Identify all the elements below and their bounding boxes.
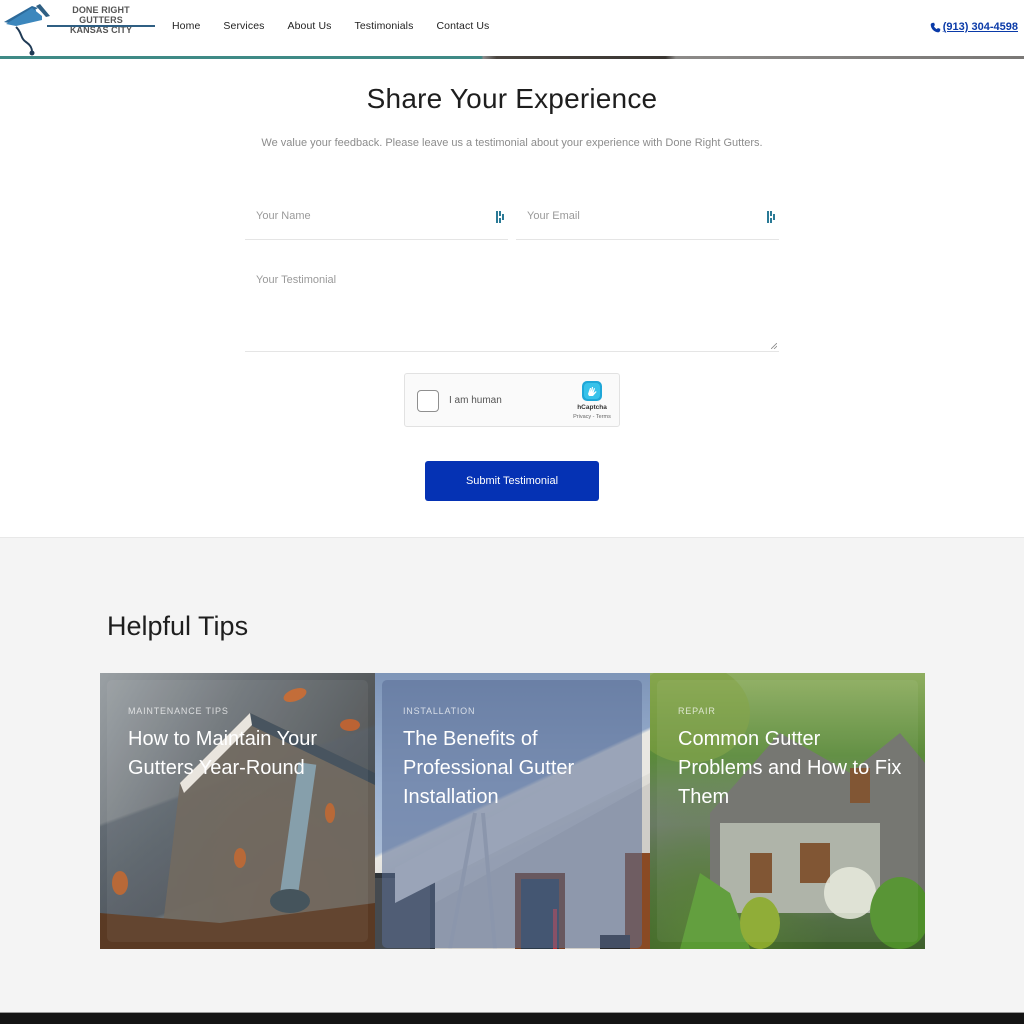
tip-card-maintenance[interactable]: MAINTENANCE TIPS How to Maintain Your Gu… (100, 673, 375, 949)
tip-card-installation[interactable]: INSTALLATION The Benefits of Professiona… (375, 673, 650, 949)
hcaptcha-logo-icon (582, 381, 602, 401)
password-manager-icon[interactable] (767, 211, 775, 223)
testimonial-placeholder: Your Testimonial (256, 274, 337, 286)
tip-card-repair[interactable]: REPAIR Common Gutter Problems and How to… (650, 673, 925, 949)
house-gutter-logo-icon (4, 4, 50, 56)
card-category: MAINTENANCE TIPS (128, 706, 229, 716)
phone-icon (930, 22, 941, 32)
card-title[interactable]: Common Gutter Problems and How to Fix Th… (678, 725, 903, 812)
logo-line-2: KANSAS CITY (69, 25, 133, 35)
password-manager-icon[interactable] (496, 211, 504, 223)
email-placeholder: Your Email (527, 210, 580, 222)
footer (0, 1012, 1024, 1024)
name-field[interactable]: Your Name (245, 196, 508, 240)
nav-about-us[interactable]: About Us (287, 20, 331, 32)
phone-link[interactable]: (913) 304-4598 (930, 21, 1018, 33)
email-field[interactable]: Your Email (516, 196, 779, 240)
card-overlay (107, 680, 368, 942)
section-description: We value your feedback. Please leave us … (261, 137, 763, 149)
site-header: DONE RIGHT GUTTERS KANSAS CITY Home Serv… (0, 0, 1024, 59)
hcaptcha-links[interactable]: Privacy - Terms (565, 414, 619, 420)
card-category: INSTALLATION (403, 706, 476, 716)
hcaptcha-widget: I am human hCaptcha Privacy - Terms (404, 373, 620, 427)
helpful-tips-section: Helpful Tips MAINTENANCE TIPS How to Mai… (0, 537, 1024, 1012)
logo-underline (47, 25, 155, 27)
card-category: REPAIR (678, 706, 716, 716)
main-nav: Home Services About Us Testimonials Cont… (172, 20, 512, 32)
tips-title: Helpful Tips (107, 611, 249, 641)
submit-testimonial-button[interactable]: Submit Testimonial (425, 461, 599, 501)
name-placeholder: Your Name (256, 210, 311, 222)
logo-text: DONE RIGHT GUTTERS KANSAS CITY (52, 5, 150, 35)
hcaptcha-brand: hCaptcha (577, 404, 607, 411)
logo[interactable]: DONE RIGHT GUTTERS KANSAS CITY (2, 2, 155, 56)
card-overlay (382, 680, 642, 948)
card-title[interactable]: The Benefits of Professional Gutter Inst… (403, 725, 628, 812)
section-title: Share Your Experience (366, 83, 658, 114)
nav-home[interactable]: Home (172, 20, 200, 32)
nav-services[interactable]: Services (223, 20, 264, 32)
nav-testimonials[interactable]: Testimonials (354, 20, 413, 32)
phone-number: (913) 304-4598 (942, 21, 1018, 33)
resize-handle-icon[interactable] (771, 343, 777, 349)
testimonial-textarea[interactable]: Your Testimonial (245, 259, 779, 352)
card-title[interactable]: How to Maintain Your Gutters Year-Round (128, 725, 353, 783)
tips-cards: MAINTENANCE TIPS How to Maintain Your Gu… (100, 673, 925, 949)
captcha-label: I am human (449, 395, 502, 406)
nav-contact-us[interactable]: Contact Us (436, 20, 489, 32)
testimonial-form-section: Share Your Experience We value your feed… (0, 59, 1024, 537)
logo-line-1: DONE RIGHT GUTTERS (72, 5, 130, 25)
captcha-checkbox[interactable] (417, 390, 439, 412)
